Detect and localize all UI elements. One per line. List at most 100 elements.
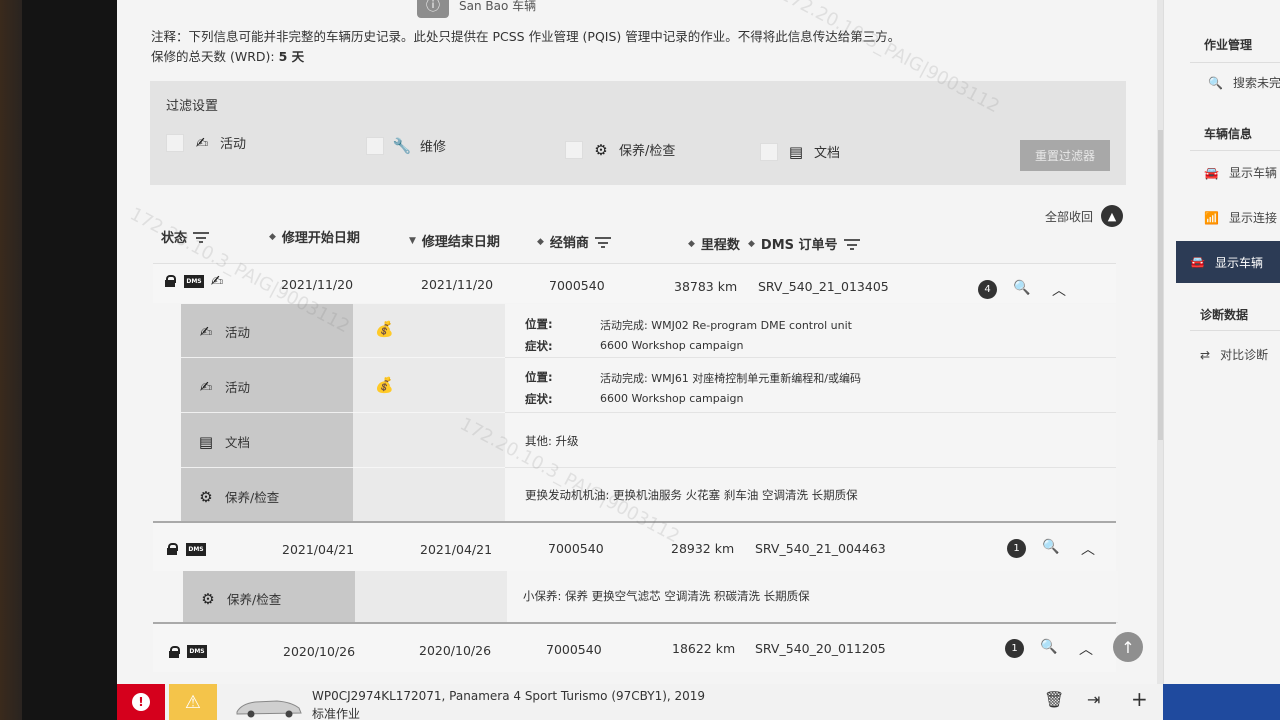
- dms-icon: DMS: [187, 645, 207, 658]
- monitor-bezel-inner: [22, 0, 117, 720]
- sidebar-item-compare-diagnostics[interactable]: ⇄ 对比诊断: [1200, 346, 1268, 363]
- detail-row: ⚙ 保养/检查 小保养: 保养 更换空气滤芯 空调清洗 积碳清洗 长期质保: [183, 571, 1118, 623]
- main-panel: ⓘ San Bao 车辆 注释：下列信息可能并非完整的车辆历史记录。此处只提供在…: [117, 0, 1163, 684]
- search-detail-icon[interactable]: 🔍: [1040, 639, 1057, 655]
- header-end-date[interactable]: ▼ 修理结束日期: [409, 231, 500, 250]
- count-badge: 4: [978, 280, 997, 299]
- arrow-up-icon: ↑: [1121, 637, 1135, 657]
- chevron-up-icon[interactable]: ︿: [1081, 539, 1095, 559]
- header-mileage[interactable]: ◆ 里程数: [688, 234, 740, 253]
- filter-icon[interactable]: [193, 231, 210, 243]
- trash-icon[interactable]: 🗑: [1044, 690, 1064, 709]
- info-icon: ⓘ: [417, 0, 449, 18]
- filter-icon[interactable]: [594, 236, 611, 248]
- money-bag-icon: 💰: [375, 320, 394, 338]
- sort-icon: ◆: [537, 236, 544, 247]
- filter-maintenance-checkbox[interactable]: [565, 140, 583, 159]
- warning-icon: ⚠: [184, 691, 202, 713]
- bottom-blue-panel: [1163, 684, 1280, 720]
- table-row[interactable]: DMS ✍ 2021/11/20 2021/11/20 7000540 3878…: [153, 263, 1116, 303]
- table-row[interactable]: DMS 2021/04/21 2021/04/21 7000540 28932 …: [153, 521, 1116, 571]
- campaign-icon: ✍: [199, 322, 213, 341]
- compare-icon: ⇄: [1200, 347, 1211, 362]
- scroll-top-button[interactable]: ↑: [1113, 632, 1143, 662]
- sort-icon: ◆: [269, 231, 276, 242]
- note-text: 注释：下列信息可能并非完整的车辆历史记录。此处只提供在 PCSS 作业管理 (P…: [151, 29, 901, 44]
- car-icon: 🚘: [1204, 165, 1219, 180]
- sidebar-item-show-vehicle[interactable]: 🚘 显示车辆: [1204, 164, 1277, 181]
- app-screen: ⓘ San Bao 车辆 注释：下列信息可能并非完整的车辆历史记录。此处只提供在…: [117, 0, 1280, 720]
- top-vehicle-badge: ⓘ San Bao 车辆: [417, 0, 536, 18]
- sidebar-divider: [1190, 330, 1280, 331]
- top-badge-label: San Bao 车辆: [459, 0, 537, 13]
- vehicle-thumbnail: [236, 700, 302, 718]
- gear-icon: ⚙: [199, 487, 213, 506]
- error-indicator[interactable]: !: [117, 684, 165, 720]
- campaign-icon: ✍: [199, 377, 213, 396]
- detail-row: ✍ 活动 💰 位置: 活动完成: WMJ02 Re-program DME con…: [181, 304, 1116, 358]
- bottom-status-bar: ! ⚠ WP0CJ2974KL172071, Panamera 4 Sport …: [117, 684, 1280, 720]
- count-badge: 1: [1007, 539, 1026, 558]
- sidebar-item-search[interactable]: 🔍 搜索未完: [1208, 74, 1280, 91]
- search-detail-icon[interactable]: 🔍: [1013, 280, 1030, 296]
- detail-row: ▤ 文档 其他: 升级: [181, 413, 1116, 468]
- header-dealer[interactable]: ◆ 经销商: [537, 232, 611, 251]
- lock-icon: [167, 543, 178, 555]
- connection-icon: 📶: [1204, 210, 1219, 225]
- lock-icon: [169, 646, 180, 658]
- header-status[interactable]: 状态: [161, 227, 210, 246]
- reset-filter-button[interactable]: 重置过滤器: [1020, 140, 1110, 171]
- collapse-all-button[interactable]: 全部收回 ▲: [1045, 205, 1124, 227]
- sidebar-section-diagnostics: 诊断数据: [1200, 308, 1249, 322]
- count-badge: 1: [1005, 639, 1024, 658]
- lock-icon: [165, 275, 176, 287]
- filter-repair-checkbox[interactable]: [366, 136, 384, 155]
- campaign-icon: ✍: [210, 272, 224, 290]
- money-bag-icon: 💰: [375, 376, 394, 394]
- sort-icon: ◆: [748, 238, 755, 249]
- indent-icon[interactable]: ⇥: [1087, 690, 1100, 709]
- filter-settings-panel: 过滤设置 ✍ 活动 🔧 维修 ⚙ 保养/检查 ▤ 文档 重置过滤器: [150, 81, 1126, 185]
- history-note: 注释：下列信息可能并非完整的车辆历史记录。此处只提供在 PCSS 作业管理 (P…: [151, 27, 900, 67]
- chevron-up-icon[interactable]: ︿: [1079, 639, 1093, 659]
- filter-campaign[interactable]: ✍ 活动: [166, 133, 246, 152]
- right-sidebar: 作业管理 🔍 搜索未完 车辆信息 🚘 显示车辆 📶 显示连接 🚘 显示车辆 诊断数据 ⇄…: [1163, 0, 1280, 684]
- filter-repair[interactable]: 🔧 维修: [366, 136, 446, 155]
- warning-indicator[interactable]: ⚠: [169, 684, 217, 720]
- dms-icon: DMS: [186, 543, 206, 556]
- detail-row: ✍ 活动 💰 位置: 活动完成: WMJ61 对座椅控制单元重新编程和/或编码 症…: [181, 358, 1116, 413]
- search-icon: 🔍: [1208, 75, 1223, 90]
- filter-documents-checkbox[interactable]: [760, 142, 778, 161]
- detail-row: ⚙ 保养/检查 更换发动机机油: 更换机油服务 火花塞 刹车油 空调清洗 长期质保: [181, 468, 1116, 522]
- vehicle-id: WP0CJ2974KL172071, Panamera 4 Sport Turi…: [312, 689, 706, 703]
- filter-documents[interactable]: ▤ 文档: [760, 142, 840, 161]
- filter-maintenance[interactable]: ⚙ 保养/检查: [565, 140, 675, 159]
- campaign-icon: ✍: [195, 133, 209, 152]
- error-icon: !: [132, 693, 150, 711]
- sidebar-section-jobs: 作业管理: [1204, 38, 1253, 52]
- vehicle-info: WP0CJ2974KL172071, Panamera 4 Sport Turi…: [312, 687, 705, 720]
- sort-icon: ◆: [688, 238, 695, 249]
- wrd-line: 保修的总天数 (WRD): 5 天: [151, 49, 305, 64]
- filter-campaign-checkbox[interactable]: [166, 133, 184, 152]
- filter-icon[interactable]: [843, 238, 860, 250]
- search-detail-icon[interactable]: 🔍: [1042, 539, 1059, 555]
- header-start-date[interactable]: ◆ 修理开始日期: [269, 227, 360, 246]
- filter-title: 过滤设置: [166, 99, 219, 114]
- sidebar-item-show-vehicle-history[interactable]: 🚘 显示车辆: [1176, 241, 1280, 283]
- add-icon[interactable]: +: [1131, 687, 1148, 711]
- chevron-up-icon[interactable]: ︿: [1052, 280, 1066, 300]
- sort-desc-icon: ▼: [409, 235, 416, 246]
- wrench-icon: 🔧: [392, 136, 412, 155]
- document-icon: ▤: [788, 142, 804, 161]
- job-type: 标准作业: [312, 707, 361, 720]
- sidebar-divider: [1190, 150, 1280, 151]
- sidebar-divider: [1190, 62, 1280, 63]
- sidebar-item-show-connection[interactable]: 📶 显示连接: [1204, 209, 1277, 226]
- document-icon: ▤: [198, 432, 214, 451]
- table-row[interactable]: DMS 2020/10/26 2020/10/26 7000540 18622 …: [153, 622, 1116, 672]
- wrd-value: 5 天: [278, 49, 305, 64]
- car-history-icon: 🚘: [1190, 255, 1205, 269]
- header-dms-order[interactable]: ◆ DMS 订单号: [748, 234, 860, 253]
- gear-icon: ⚙: [201, 589, 215, 608]
